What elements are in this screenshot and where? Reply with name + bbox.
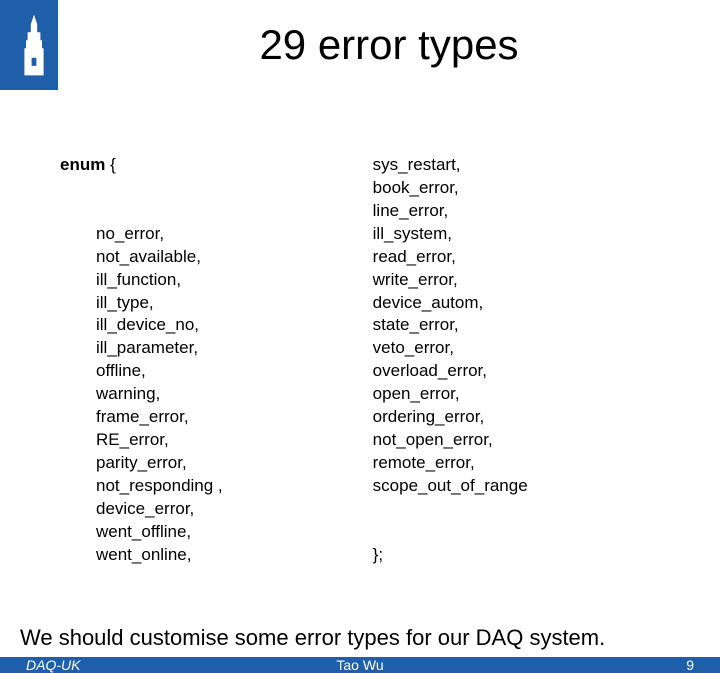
enum-item: overload_error, [373,360,528,383]
enum-close-brace: }; [373,544,528,567]
enum-item: sys_restart, [373,154,528,177]
tower-icon [18,9,50,81]
enum-item: parity_error, [96,452,223,475]
enum-item: write_error, [373,269,528,292]
enum-open-brace: { [110,155,116,174]
enum-item: device_autom, [373,292,528,315]
enum-keyword: enum [60,155,105,174]
enum-item: state_error, [373,314,528,337]
enum-right-items: sys_restart,book_error,line_error,ill_sy… [373,154,528,498]
enum-item: not_responding , [96,475,223,498]
enum-item: ill_type, [96,292,223,315]
page-title: 29 error types [259,21,518,69]
enum-left-items: no_error,not_available,ill_function,ill_… [60,223,223,567]
enum-item: ordering_error, [373,406,528,429]
enum-item: frame_error, [96,406,223,429]
note-text: We should customise some error types for… [20,625,690,651]
enum-item: went_online, [96,544,223,567]
enum-open-line: enum { [60,154,223,177]
enum-item: book_error, [373,177,528,200]
enum-item: ill_function, [96,269,223,292]
enum-item: no_error, [96,223,223,246]
enum-item: veto_error, [373,337,528,360]
enum-column-right: sys_restart,book_error,line_error,ill_sy… [363,108,528,613]
enum-item: not_available, [96,246,223,269]
enum-item: ill_device_no, [96,314,223,337]
footer-left: DAQ-UK [26,657,80,673]
enum-item: RE_error, [96,429,223,452]
footer-right: 9 [686,657,694,673]
enum-item: scope_out_of_range [373,475,528,498]
enum-item: offline, [96,360,223,383]
enum-item: not_open_error, [373,429,528,452]
title-bar: 29 error types [0,0,720,90]
footer-bar: DAQ-UK Tao Wu 9 [0,657,720,673]
footer-center: Tao Wu [336,657,383,673]
enum-block: enum { no_error,not_available,ill_functi… [56,108,690,613]
enum-item: remote_error, [373,452,528,475]
title-area: 29 error types [58,0,720,90]
tower-logo [10,0,58,90]
enum-item: open_error, [373,383,528,406]
enum-item: went_offline, [96,521,223,544]
enum-item: warning, [96,383,223,406]
enum-item: read_error, [373,246,528,269]
enum-item: line_error, [373,200,528,223]
enum-item: device_error, [96,498,223,521]
enum-column-left: enum { no_error,not_available,ill_functi… [56,108,223,613]
enum-item: ill_parameter, [96,337,223,360]
enum-item: ill_system, [373,223,528,246]
content-area: enum { no_error,not_available,ill_functi… [0,90,720,657]
slide: 29 error types enum { no_error,not_avail… [0,0,720,540]
